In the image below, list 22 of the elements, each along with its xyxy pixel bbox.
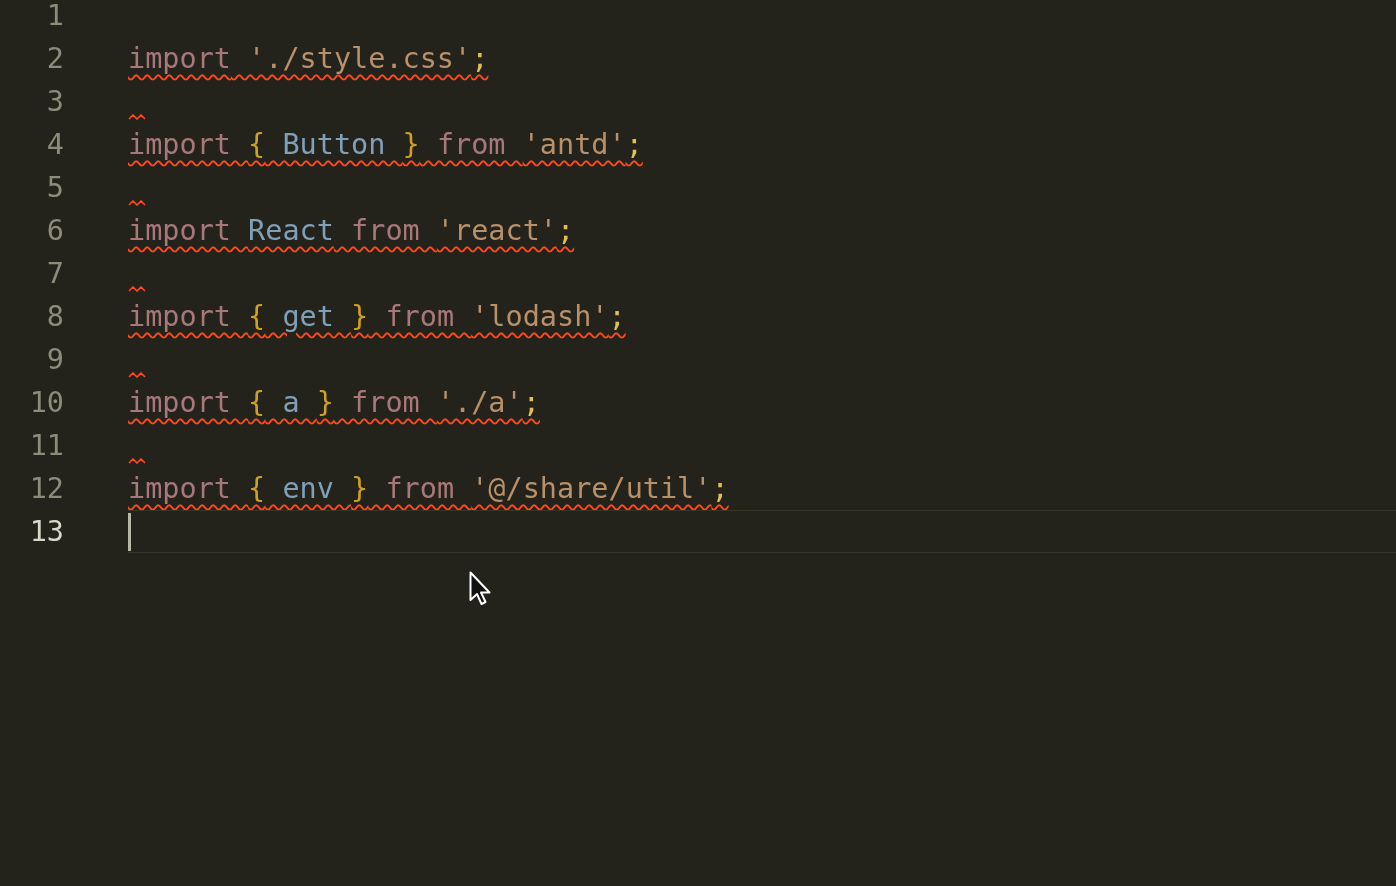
code-line: import { a } from './a'; (128, 385, 540, 420)
code-line: import React from 'react'; (128, 213, 575, 248)
code-editor[interactable]: 1 2 import './style.css'; 3 4 import { Button } from 'antd'; 5 6 import React from 'react'; 7 8 import { get } from 'lodash'; 9 10 import { a } from './a'; 11 12 import { env } from '@/share/util'; 13 (0, 0, 1396, 886)
line-number: 8 (45, 299, 64, 335)
code-line: import { get } from 'lodash'; (128, 299, 626, 334)
line-number: 5 (45, 170, 64, 206)
line-number: 3 (45, 84, 64, 120)
line-number: 7 (45, 256, 64, 292)
line-number: 12 (28, 471, 64, 507)
text-cursor (128, 512, 131, 551)
line-number: 2 (45, 41, 64, 77)
mouse-pointer-icon (469, 571, 493, 607)
code-line: import './style.css'; (128, 41, 489, 76)
code-line: import { Button } from 'antd'; (128, 127, 643, 162)
line-number: 11 (28, 428, 64, 464)
code-line: import { env } from '@/share/util'; (128, 471, 729, 506)
line-number: 1 (45, 0, 64, 34)
line-number: 13 (28, 514, 64, 550)
line-number: 10 (28, 385, 64, 421)
line-number: 9 (45, 342, 64, 378)
line-number: 6 (45, 213, 64, 249)
line-number: 4 (45, 127, 64, 163)
